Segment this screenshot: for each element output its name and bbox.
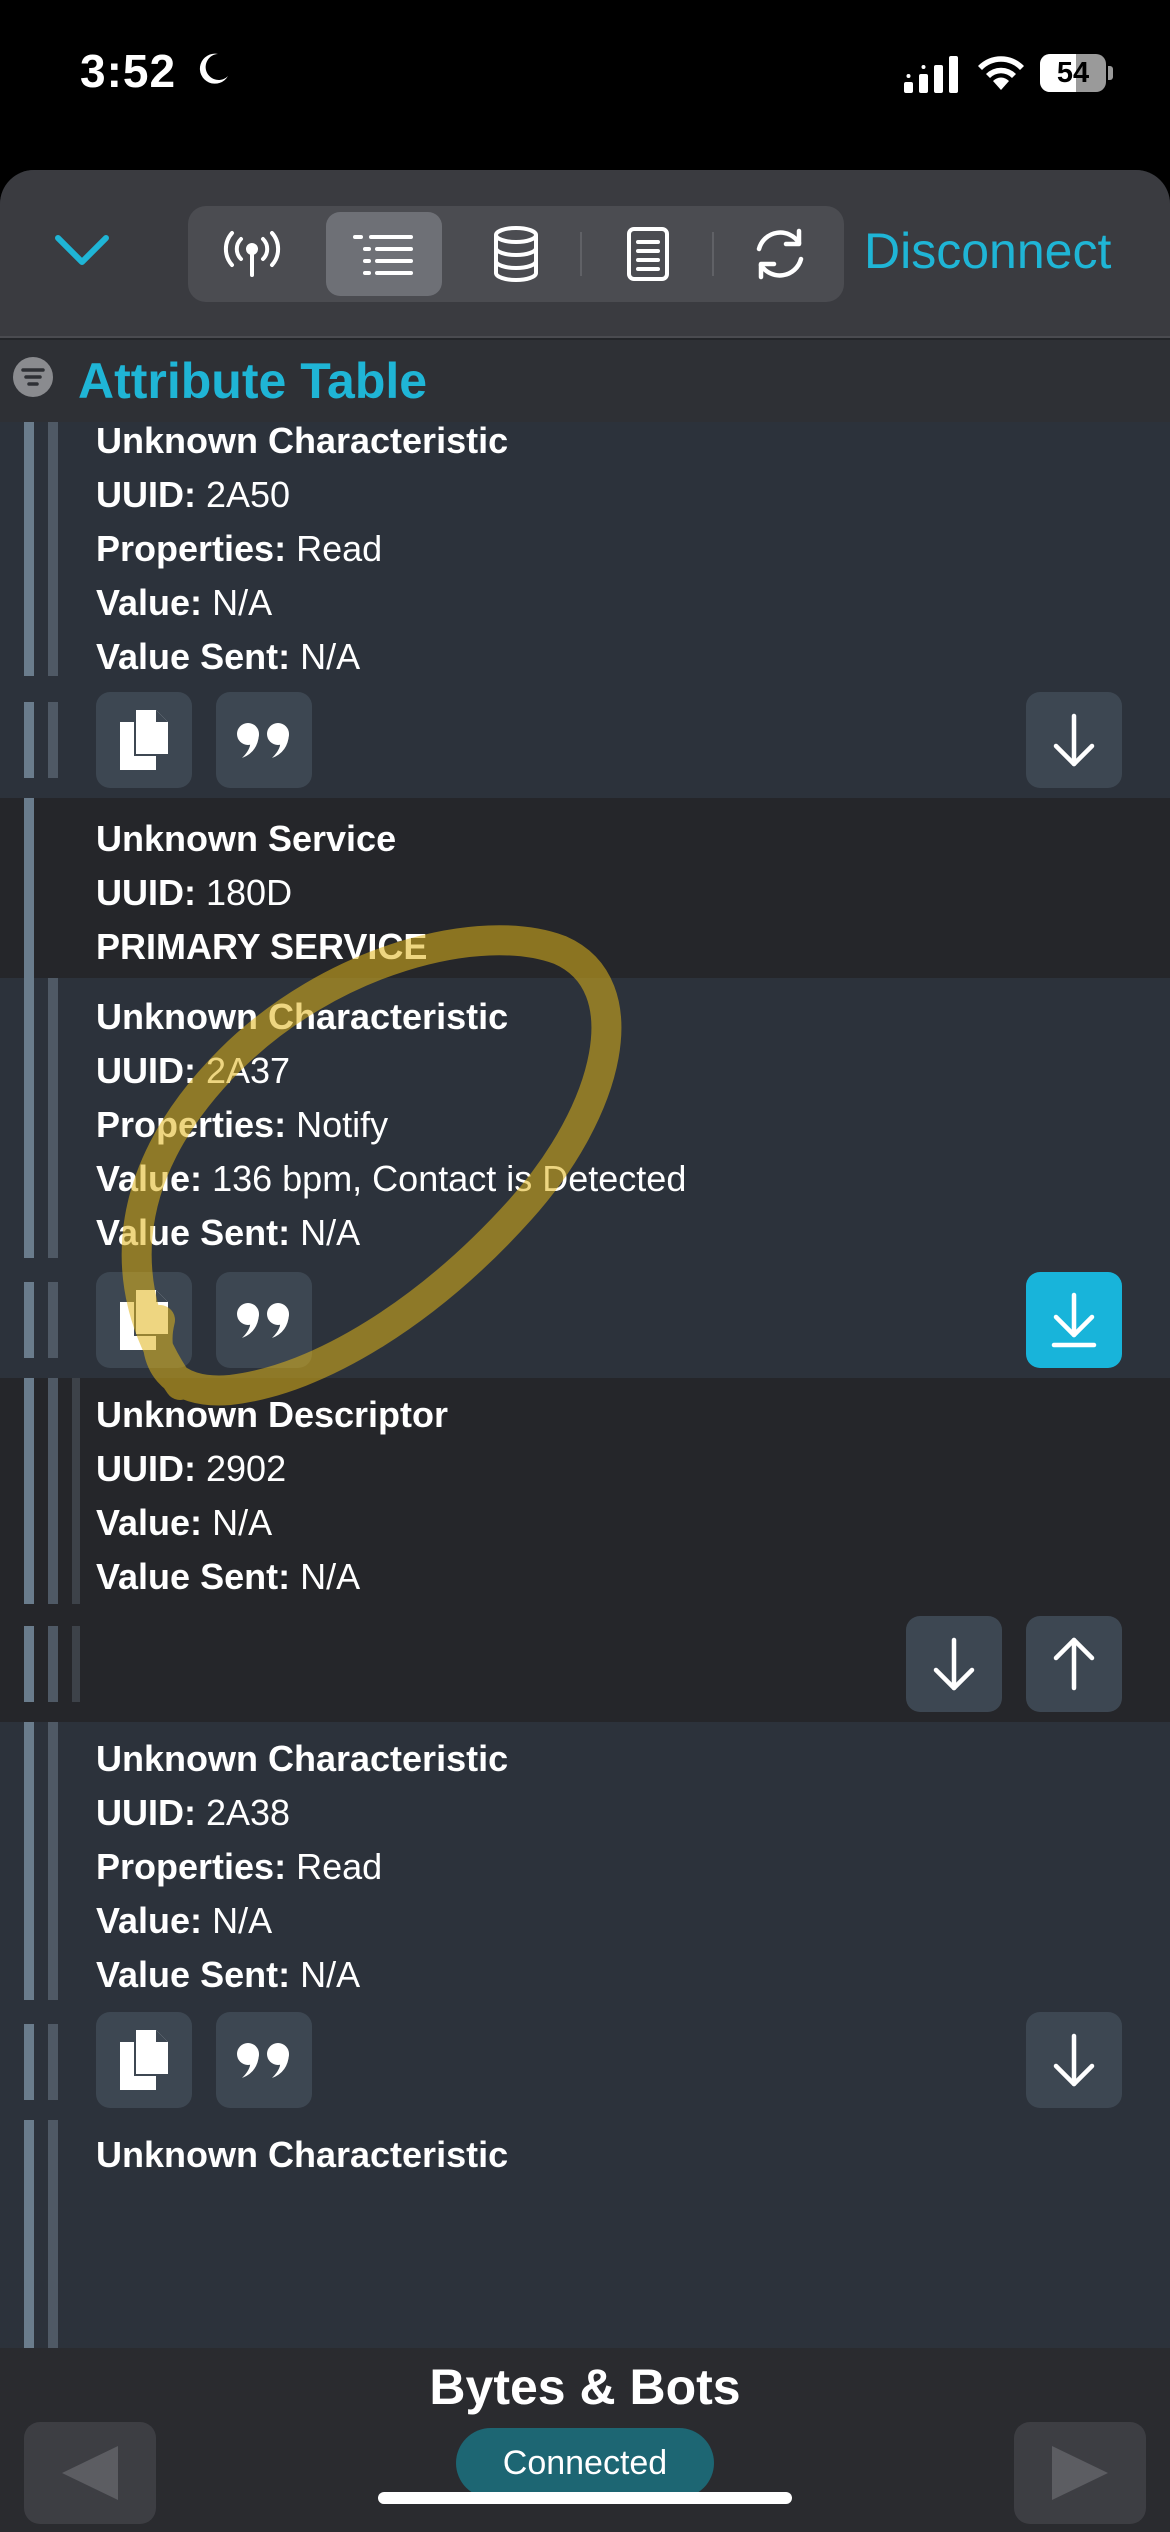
chevron-down-icon[interactable] (50, 224, 114, 274)
quote-button[interactable] (216, 2012, 312, 2108)
attribute-list: Unknown Characteristic UUID: 2A50 Proper… (0, 422, 1170, 2348)
characteristic-uuid: 2A37 (206, 1050, 291, 1091)
previous-device-button[interactable] (24, 2422, 156, 2524)
view-segmented-control (188, 206, 844, 302)
characteristic-properties: Read (296, 1846, 383, 1887)
battery-level: 54 (1056, 57, 1090, 89)
cellular-signal-icon (904, 56, 958, 93)
tab-refresh[interactable] (722, 212, 838, 296)
home-indicator (378, 2492, 792, 2504)
read-button[interactable] (1026, 692, 1122, 788)
next-device-button[interactable] (1014, 2422, 1146, 2524)
antenna-icon (223, 231, 281, 277)
write-button[interactable] (1026, 1616, 1122, 1712)
read-button[interactable] (1026, 2012, 1122, 2108)
copy-button[interactable] (96, 1272, 192, 1368)
arrow-up-icon (1053, 1637, 1095, 1691)
service-name: Unknown Service (96, 818, 397, 859)
characteristic-uuid: 2A50 (206, 474, 291, 515)
characteristic-value-sent: N/A (300, 636, 361, 677)
characteristic-row[interactable]: Unknown Characteristic UUID: 2A50 Proper… (0, 422, 1170, 798)
list-filter-icon (13, 357, 53, 397)
characteristic-value-sent: N/A (300, 1954, 361, 1995)
quote-icon (237, 1303, 289, 1338)
battery-indicator: 54 (1040, 54, 1113, 92)
characteristic-value: N/A (212, 582, 273, 623)
descriptor-uuid: 2902 (206, 1448, 287, 1489)
device-sheet: Disconnect Attribute Table Unknown Chara… (0, 170, 1170, 2532)
arrow-down-icon (933, 1637, 975, 1691)
connection-status-badge: Connected (456, 2428, 714, 2498)
read-button[interactable] (906, 1616, 1002, 1712)
copy-icon (120, 2030, 168, 2090)
copy-button[interactable] (96, 692, 192, 788)
quote-button[interactable] (216, 1272, 312, 1368)
characteristic-row[interactable]: Unknown Characteristic UUID: 2A38 Proper… (0, 1722, 1170, 2120)
descriptor-value: N/A (212, 1502, 273, 1543)
copy-icon (120, 710, 168, 770)
tab-radio[interactable] (194, 212, 310, 296)
characteristic-row[interactable]: Unknown Characteristic (0, 2120, 1170, 2348)
quote-icon (237, 2043, 289, 2078)
list-icon (353, 235, 413, 275)
arrow-down-icon (1053, 713, 1095, 767)
characteristic-name: Unknown Characteristic (96, 2134, 509, 2175)
quote-icon (237, 723, 289, 758)
copy-icon (120, 1290, 168, 1350)
tab-database[interactable] (458, 212, 574, 296)
status-time: 3:52 (80, 45, 177, 97)
quote-button[interactable] (216, 692, 312, 788)
descriptor-row[interactable]: Unknown Descriptor UUID: 2902 Value: N/A… (0, 1378, 1170, 1722)
device-name: Bytes & Bots (429, 2359, 741, 2415)
arrow-down-to-line-icon (1051, 1292, 1097, 1348)
characteristic-value: N/A (212, 1900, 273, 1941)
section-title: Attribute Table (78, 353, 428, 409)
triangle-left-icon (62, 2446, 118, 2500)
characteristic-uuid: 2A38 (206, 1792, 291, 1833)
characteristic-name: Unknown Characteristic (96, 422, 509, 461)
characteristic-value-sent: N/A (300, 1212, 361, 1253)
database-icon (494, 226, 538, 282)
status-bar: 3:52 54 (0, 0, 1170, 150)
arrow-down-icon (1053, 2033, 1095, 2087)
characteristic-name: Unknown Characteristic (96, 1738, 509, 1779)
triangle-right-icon (1052, 2446, 1108, 2500)
disconnect-button[interactable]: Disconnect (864, 222, 1111, 280)
characteristic-name: Unknown Characteristic (96, 996, 509, 1037)
device-footer: Bytes & Bots Connected (0, 2348, 1170, 2532)
wifi-icon (978, 56, 1024, 90)
service-row[interactable]: Unknown Service UUID: 180D PRIMARY SERVI… (0, 798, 1170, 978)
characteristic-properties: Notify (296, 1104, 389, 1145)
copy-button[interactable] (96, 2012, 192, 2108)
moon-icon (199, 53, 228, 84)
tab-log[interactable] (590, 212, 706, 296)
toolbar: Disconnect (0, 170, 1170, 338)
notify-toggle-button[interactable] (1026, 1272, 1122, 1368)
characteristic-value: 136 bpm, Contact is Detected (212, 1158, 687, 1199)
document-icon (627, 227, 669, 281)
tab-attribute-table[interactable] (326, 212, 442, 296)
characteristic-properties: Read (296, 528, 383, 569)
descriptor-name: Unknown Descriptor (96, 1394, 449, 1435)
refresh-icon (756, 228, 804, 280)
descriptor-value-sent: N/A (300, 1556, 361, 1597)
characteristic-row[interactable]: Unknown Characteristic UUID: 2A37 Proper… (0, 978, 1170, 1378)
service-type: PRIMARY SERVICE (96, 926, 428, 967)
service-uuid: 180D (206, 872, 293, 913)
